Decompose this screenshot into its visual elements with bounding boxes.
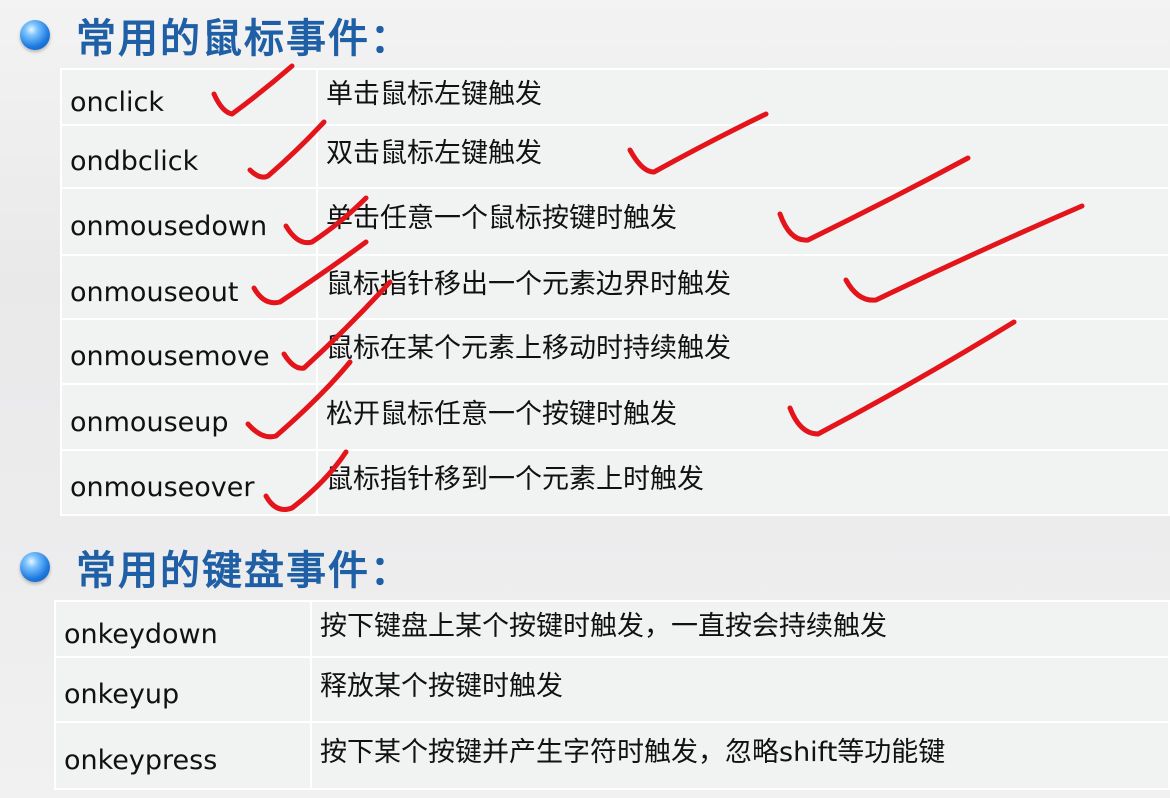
bullet-icon <box>20 552 50 582</box>
table-row: onmouseup 松开鼠标任意一个按键时触发 <box>60 383 1170 451</box>
table-row: onkeypress 按下某个按键并产生字符时触发，忽略shift等功能键 <box>54 721 1170 790</box>
event-name-cell: onmouseup <box>60 383 318 451</box>
event-description-cell: 鼠标指针移出一个元素边界时触发 <box>316 254 1170 320</box>
table-row: onclick 单击鼠标左键触发 <box>60 68 1170 126</box>
event-name-cell: onmousemove <box>60 318 318 385</box>
event-description-cell: 按下键盘上某个按键时触发，一直按会持续触发 <box>310 600 1170 658</box>
mouse-events-table: onclick 单击鼠标左键触发 ondbclick 双击鼠标左键触发 onmo… <box>60 68 1170 516</box>
event-name-cell: onmousedown <box>60 187 318 256</box>
event-description-cell: 按下某个按键并产生字符时触发，忽略shift等功能键 <box>310 721 1170 790</box>
event-description-cell: 鼠标指针移到一个元素上时触发 <box>316 449 1170 516</box>
event-name-cell: onmouseover <box>60 449 318 516</box>
event-description-cell: 单击鼠标左键触发 <box>316 68 1170 126</box>
event-name-cell: onkeyup <box>54 656 312 723</box>
table-row: onmousemove 鼠标在某个元素上移动时持续触发 <box>60 318 1170 385</box>
keyboard-events-heading: 常用的键盘事件： <box>20 542 412 594</box>
table-row: onmouseout 鼠标指针移出一个元素边界时触发 <box>60 254 1170 320</box>
keyboard-events-table: onkeydown 按下键盘上某个按键时触发，一直按会持续触发 onkeyup … <box>54 600 1170 790</box>
keyboard-events-title: 常用的键盘事件： <box>76 548 412 594</box>
event-description-cell: 双击鼠标左键触发 <box>316 124 1170 189</box>
event-name-cell: onmouseout <box>60 254 318 320</box>
event-name-cell: ondbclick <box>60 124 318 189</box>
table-row: onmouseover 鼠标指针移到一个元素上时触发 <box>60 449 1170 516</box>
table-row: onmousedown 单击任意一个鼠标按键时触发 <box>60 187 1170 256</box>
event-description-cell: 释放某个按键时触发 <box>310 656 1170 723</box>
table-row: ondbclick 双击鼠标左键触发 <box>60 124 1170 189</box>
mouse-events-heading: 常用的鼠标事件： <box>20 10 412 62</box>
table-row: onkeyup 释放某个按键时触发 <box>54 656 1170 723</box>
event-description-cell: 单击任意一个鼠标按键时触发 <box>316 187 1170 256</box>
table-row: onkeydown 按下键盘上某个按键时触发，一直按会持续触发 <box>54 600 1170 658</box>
bullet-icon <box>20 20 50 50</box>
event-name-cell: onkeydown <box>54 600 312 658</box>
event-description-cell: 松开鼠标任意一个按键时触发 <box>316 383 1170 451</box>
event-name-cell: onclick <box>60 68 318 126</box>
event-description-cell: 鼠标在某个元素上移动时持续触发 <box>316 318 1170 385</box>
mouse-events-title: 常用的鼠标事件： <box>76 16 412 62</box>
event-name-cell: onkeypress <box>54 721 312 790</box>
